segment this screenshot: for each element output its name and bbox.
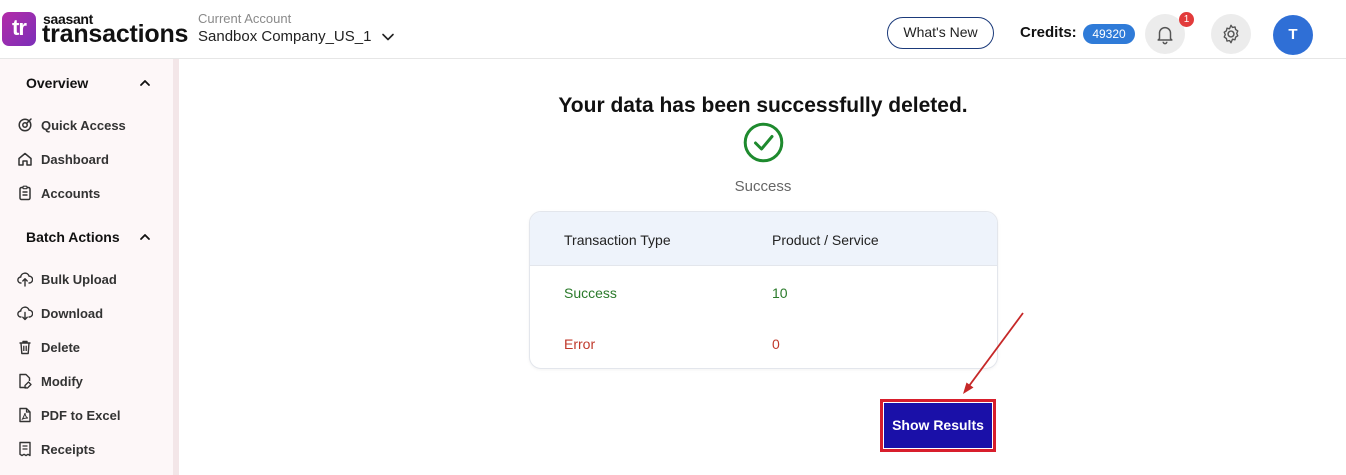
sidebar-item-label: Download — [41, 305, 104, 321]
section-overview[interactable]: Overview — [0, 71, 173, 95]
sidebar-item-label: Bulk Upload — [41, 271, 117, 287]
clipboard-icon — [19, 185, 31, 201]
cloud-download-icon — [17, 306, 33, 321]
row-success-count: 10 — [772, 285, 788, 301]
credits-badge: 49320 — [1083, 24, 1135, 44]
cloud-upload-icon — [17, 272, 33, 287]
notification-count-badge: 1 — [1179, 12, 1194, 27]
app-logo[interactable]: tr saasant transactions — [2, 11, 188, 48]
column-header-transaction-type: Transaction Type — [564, 232, 671, 248]
pdf-icon — [19, 407, 31, 423]
chevron-up-icon — [140, 80, 150, 86]
quick-access-icon — [18, 118, 32, 132]
sidebar-item-delete[interactable]: Delete — [17, 336, 167, 358]
sidebar-item-label: PDF to Excel — [41, 407, 121, 423]
sidebar-item-bulk-upload[interactable]: Bulk Upload — [17, 268, 167, 290]
logo-mark-icon: tr — [2, 12, 36, 46]
sidebar-item-label: Receipts — [41, 441, 96, 457]
chevron-up-icon — [140, 234, 150, 240]
sidebar-item-label: Accounts — [41, 185, 101, 201]
sidebar-item-label: Quick Access — [41, 117, 126, 133]
sidebar-divider — [173, 59, 179, 475]
account-selector[interactable]: Sandbox Company_US_1 — [198, 28, 395, 45]
current-account-label: Current Account — [198, 11, 292, 26]
column-header-product-service: Product / Service — [772, 232, 879, 248]
success-check-icon — [743, 122, 784, 163]
row-error-label: Error — [564, 336, 596, 352]
row-error-count: 0 — [772, 336, 780, 352]
logo-product-text: transactions — [42, 20, 189, 48]
section-title: Overview — [26, 75, 89, 91]
sidebar-item-download[interactable]: Download — [17, 302, 167, 324]
credits-label: Credits: — [1020, 24, 1077, 41]
chevron-down-icon — [382, 33, 395, 40]
sidebar-item-dashboard[interactable]: Dashboard — [17, 148, 167, 170]
sidebar-item-receipts[interactable]: Receipts — [17, 438, 167, 460]
edit-file-icon — [19, 373, 32, 389]
user-avatar[interactable]: T — [1273, 15, 1313, 55]
receipt-icon — [19, 441, 31, 457]
sidebar-item-quick-access[interactable]: Quick Access — [17, 114, 167, 136]
settings-button[interactable] — [1211, 14, 1251, 54]
account-name: Sandbox Company_US_1 — [198, 28, 372, 45]
status-label: Success — [734, 178, 792, 195]
results-table: Transaction Type Product / Service Succe… — [529, 211, 998, 369]
gear-icon — [1223, 24, 1239, 44]
app-window: tr saasant transactions Current Account … — [0, 0, 1346, 475]
sidebar-item-pdf-to-excel[interactable]: PDF to Excel — [17, 404, 167, 426]
bell-icon — [1157, 26, 1173, 45]
sidebar-item-accounts[interactable]: Accounts — [17, 182, 167, 204]
row-success-label: Success — [564, 285, 617, 301]
sidebar-item-modify[interactable]: Modify — [17, 370, 167, 392]
show-results-button[interactable]: Show Results — [884, 403, 992, 448]
home-icon — [18, 152, 32, 166]
sidebar-item-label: Delete — [41, 339, 81, 355]
top-header: tr saasant transactions Current Account … — [0, 0, 1346, 59]
sidebar-item-label: Dashboard — [41, 151, 109, 167]
trash-icon — [19, 340, 31, 355]
page-title: Your data has been successfully deleted. — [558, 94, 968, 117]
annotation-arrow — [963, 312, 1024, 394]
section-batch-actions[interactable]: Batch Actions — [0, 225, 173, 249]
sidebar-item-label: Modify — [41, 373, 83, 389]
whats-new-button[interactable]: What's New — [887, 17, 994, 49]
section-title: Batch Actions — [26, 229, 120, 245]
